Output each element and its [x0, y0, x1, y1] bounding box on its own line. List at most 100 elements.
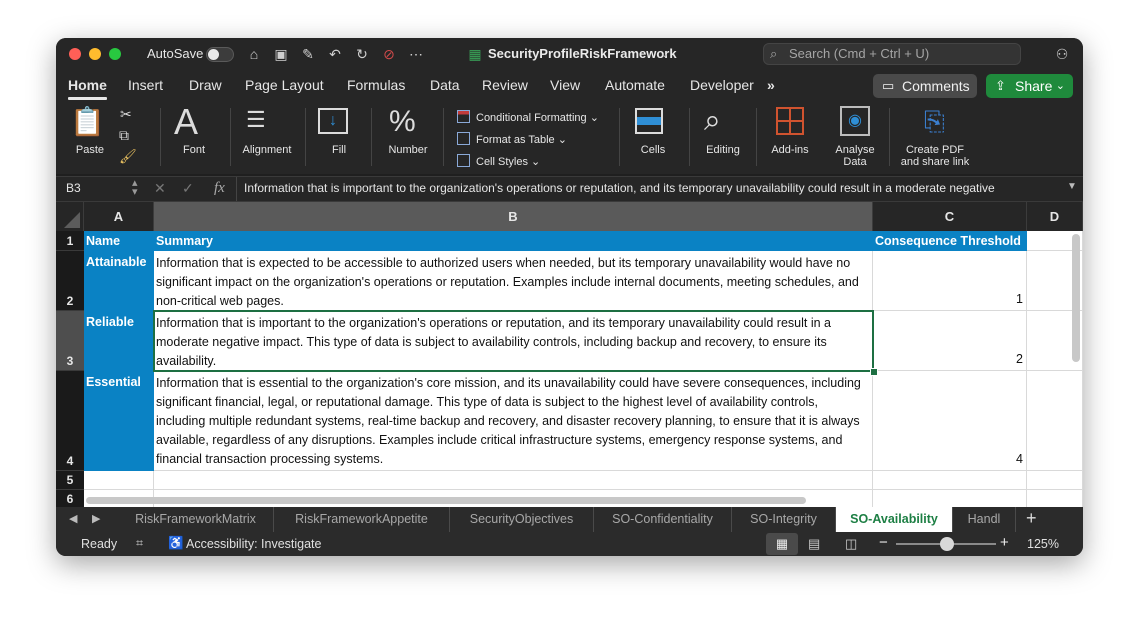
cell-d6[interactable]: [1027, 490, 1083, 507]
copy-icon[interactable]: ⧉: [119, 127, 129, 144]
row-header-4[interactable]: 4: [56, 371, 84, 471]
editing-icon[interactable]: ⌕: [704, 104, 721, 138]
page-layout-view-icon[interactable]: ▤: [808, 536, 820, 552]
column-header-a[interactable]: A: [84, 202, 154, 231]
sheet-tab-riskframeworkappetite[interactable]: RiskFrameworkAppetite: [274, 507, 450, 532]
cell-b3[interactable]: Information that is important to the org…: [154, 311, 873, 371]
column-header-d[interactable]: D: [1027, 202, 1083, 231]
cell-c3[interactable]: 2: [873, 311, 1027, 371]
comments-button[interactable]: ▭ Comments: [873, 74, 977, 98]
save-icon[interactable]: ▣: [273, 46, 289, 62]
formula-content[interactable]: Information that is important to the org…: [244, 181, 1064, 195]
close-window-button[interactable]: [69, 48, 81, 60]
fill-icon[interactable]: ↓: [318, 108, 348, 134]
cell-c2[interactable]: 1: [873, 251, 1027, 311]
macro-recording-icon[interactable]: ⌗: [136, 536, 143, 551]
column-header-b[interactable]: B: [154, 202, 873, 231]
tab-formulas[interactable]: Formulas: [347, 77, 405, 93]
cell-styles-button[interactable]: Cell Styles ⌄: [457, 154, 540, 168]
conditional-formatting-button[interactable]: Conditional Formatting ⌄: [457, 110, 599, 124]
enter-icon[interactable]: ✓: [182, 180, 194, 197]
tab-draw[interactable]: Draw: [189, 77, 222, 93]
column-header-c[interactable]: C: [873, 202, 1027, 231]
cell-b2[interactable]: Information that is expected to be acces…: [154, 251, 873, 311]
cell-c5[interactable]: [873, 471, 1027, 490]
cell-b5[interactable]: [154, 471, 873, 490]
editing-label[interactable]: Editing: [700, 144, 746, 156]
add-ins-label[interactable]: Add-ins: [768, 144, 812, 156]
cell-c4[interactable]: 4: [873, 371, 1027, 471]
scroll-right-icon[interactable]: ▶: [92, 512, 100, 525]
cells-label[interactable]: Cells: [633, 144, 673, 156]
alignment-label[interactable]: Alignment: [240, 144, 294, 156]
horizontal-scrollbar[interactable]: [86, 497, 806, 504]
format-as-table-button[interactable]: Format as Table ⌄: [457, 132, 567, 146]
cell-d5[interactable]: [1027, 471, 1083, 490]
minimize-window-button[interactable]: [89, 48, 101, 60]
share-button[interactable]: ⇪ Share ⌄: [986, 74, 1073, 98]
paste-icon[interactable]: 📋: [70, 107, 105, 137]
number-label[interactable]: Number: [384, 144, 432, 156]
autosave-toggle[interactable]: [206, 47, 234, 62]
number-format-icon[interactable]: %: [389, 105, 416, 139]
vertical-scrollbar[interactable]: [1072, 234, 1080, 362]
cell-a3[interactable]: Reliable: [84, 311, 154, 371]
tab-data[interactable]: Data: [430, 77, 460, 93]
scroll-left-icon[interactable]: ◀: [69, 512, 77, 525]
row-header-3[interactable]: 3: [56, 311, 84, 371]
name-box[interactable]: B3: [66, 181, 81, 195]
name-box-stepper[interactable]: ▴ ▾: [132, 178, 138, 198]
sheet-tab-handling[interactable]: Handl: [952, 507, 1016, 532]
tab-home[interactable]: Home: [68, 77, 107, 100]
row-header-1[interactable]: 1: [56, 231, 84, 251]
page-break-view-icon[interactable]: ◫: [845, 536, 857, 552]
normal-view-icon[interactable]: ▦: [766, 533, 798, 555]
more-icon[interactable]: ⋯: [408, 46, 424, 62]
zoom-window-button[interactable]: [109, 48, 121, 60]
sheet-tab-so-availability[interactable]: SO-Availability: [836, 507, 952, 532]
cancel-icon[interactable]: ✕: [154, 180, 166, 197]
cell-d4[interactable]: [1027, 371, 1083, 471]
cell-a4[interactable]: Essential: [84, 371, 154, 471]
add-ins-icon[interactable]: [776, 107, 804, 135]
row-header-2[interactable]: 2: [56, 251, 84, 311]
undo-icon[interactable]: ↶: [327, 46, 343, 62]
home-icon[interactable]: ⌂: [246, 46, 262, 62]
zoom-out-button[interactable]: −: [879, 534, 888, 551]
zoom-slider-thumb[interactable]: [940, 537, 954, 551]
select-all-button[interactable]: [56, 202, 84, 231]
document-title[interactable]: SecurityProfileRiskFramework: [488, 38, 677, 70]
cells-icon[interactable]: [635, 108, 663, 134]
chevron-down-icon[interactable]: ⌄: [660, 38, 669, 70]
cell-a2[interactable]: Attainable: [84, 251, 154, 311]
insert-function-button[interactable]: fx: [214, 180, 225, 197]
cell-a5[interactable]: [84, 471, 154, 490]
analyse-data-label[interactable]: Analyse Data: [832, 144, 878, 168]
create-pdf-label[interactable]: Create PDF and share link: [898, 144, 972, 168]
alignment-icon[interactable]: ☰: [246, 108, 266, 132]
create-pdf-icon[interactable]: ⎘: [924, 106, 945, 136]
accessibility-status[interactable]: Accessibility: Investigate: [186, 537, 321, 551]
expand-formula-icon[interactable]: ▼: [1067, 181, 1077, 192]
cut-icon[interactable]: ✂: [120, 106, 132, 123]
tab-automate[interactable]: Automate: [605, 77, 665, 93]
edit-icon[interactable]: ✎: [300, 46, 316, 62]
redo-icon[interactable]: ↻: [354, 46, 370, 62]
row-header-5[interactable]: 5: [56, 471, 84, 490]
filter-clear-icon[interactable]: ⊘: [381, 46, 397, 62]
sheet-tab-so-integrity[interactable]: SO-Integrity: [732, 507, 836, 532]
add-sheet-button[interactable]: +: [1026, 508, 1037, 529]
cell-b4[interactable]: Information that is essential to the org…: [154, 371, 873, 471]
cell-c6[interactable]: [873, 490, 1027, 507]
sheet-tab-securityobjectives[interactable]: SecurityObjectives: [450, 507, 594, 532]
tab-page-layout[interactable]: Page Layout: [245, 77, 324, 93]
paste-label[interactable]: Paste: [70, 144, 110, 156]
tab-insert[interactable]: Insert: [128, 77, 163, 93]
analyse-data-icon[interactable]: ◉: [840, 106, 870, 136]
search-input[interactable]: ⌕ Search (Cmd + Ctrl + U): [763, 43, 1021, 65]
tab-review[interactable]: Review: [482, 77, 528, 93]
format-painter-icon[interactable]: 🖌: [119, 148, 137, 165]
cell-b1[interactable]: Summary: [154, 231, 873, 251]
fill-label[interactable]: Fill: [320, 144, 358, 156]
sheet-tab-so-confidentiality[interactable]: SO-Confidentiality: [594, 507, 732, 532]
